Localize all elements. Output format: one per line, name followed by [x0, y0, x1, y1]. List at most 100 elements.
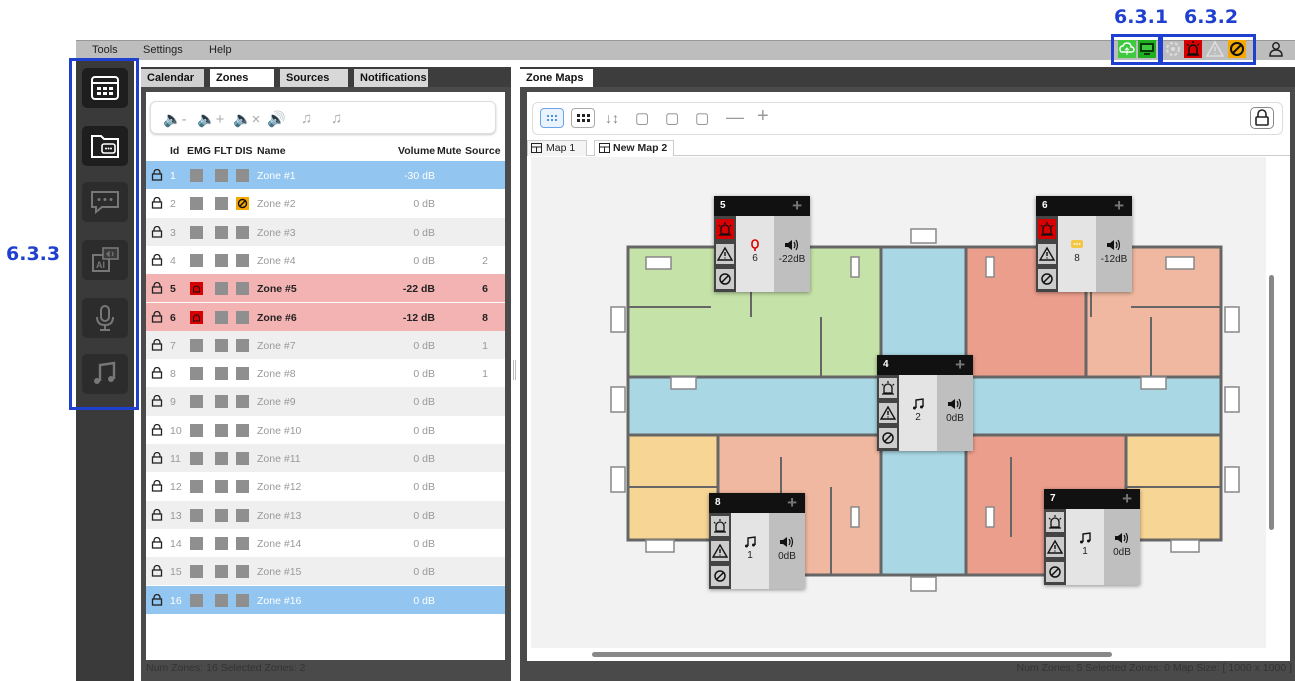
grid-large-button[interactable] — [571, 108, 595, 128]
lock-icon[interactable] — [151, 593, 163, 606]
unmute-icon[interactable]: 🔊 — [267, 110, 286, 128]
zone-card[interactable]: 6 +8 -12dB — [1036, 196, 1132, 292]
play-source-icon[interactable]: ♫ — [301, 110, 312, 127]
col-flt[interactable]: FLT — [214, 145, 232, 157]
user-icon[interactable] — [1268, 41, 1284, 57]
cloud-connected-icon[interactable] — [1118, 40, 1136, 58]
alarm-icon[interactable] — [1038, 219, 1056, 239]
stop-source-icon[interactable]: ♫ — [331, 110, 342, 127]
table-row[interactable]: 3 Zone #3 0 dB — [146, 217, 505, 246]
zoom-out-icon[interactable]: — — [726, 107, 744, 128]
col-source[interactable]: Source — [465, 145, 501, 157]
lock-icon[interactable] — [151, 423, 163, 436]
tab-zone-maps[interactable]: Zone Maps — [520, 69, 593, 87]
tab-calendar[interactable]: Calendar — [141, 69, 204, 87]
fault-icon[interactable] — [711, 541, 729, 561]
table-row[interactable]: 14 Zone #14 0 dB — [146, 528, 505, 558]
lock-icon[interactable] — [151, 508, 163, 521]
disable-icon[interactable] — [716, 269, 734, 289]
menu-help[interactable]: Help — [209, 44, 232, 56]
zone-card[interactable]: 8 +1 0dB — [709, 493, 805, 589]
table-row[interactable]: 15 Zone #15 0 dB — [146, 557, 505, 586]
sort-az-icon[interactable]: ↓↕ — [605, 110, 619, 126]
lock-icon[interactable] — [151, 367, 163, 379]
tab-sources[interactable]: Sources — [280, 69, 348, 87]
lock-icon[interactable] — [151, 395, 163, 408]
edit-zone-icon[interactable]: ▢ — [665, 109, 679, 127]
lock-icon[interactable] — [151, 225, 163, 238]
fault-icon[interactable] — [716, 244, 734, 264]
col-id[interactable]: Id — [170, 145, 179, 157]
map-vertical-scrollbar[interactable] — [1268, 160, 1276, 650]
table-row[interactable]: 16 Zone #16 0 dB — [146, 585, 505, 614]
table-row[interactable]: 8 Zone #8 0 dB 1 — [146, 359, 505, 388]
hscroll-thumb[interactable] — [592, 652, 1112, 657]
expand-icon[interactable]: + — [792, 196, 802, 216]
disabled-icon[interactable] — [1228, 40, 1246, 58]
alarm-icon[interactable] — [711, 516, 729, 536]
fault-icon[interactable] — [1038, 244, 1056, 264]
volume-down-icon[interactable]: 🔈- — [163, 110, 187, 128]
lock-map-button[interactable] — [1250, 107, 1274, 129]
menu-settings[interactable]: Settings — [143, 44, 183, 56]
grid-small-button[interactable] — [540, 108, 564, 128]
lock-icon[interactable] — [151, 338, 163, 351]
lock-icon[interactable] — [151, 169, 163, 181]
mute-icon[interactable]: 🔈× — [233, 110, 260, 128]
fault-warning-icon[interactable] — [1205, 40, 1225, 58]
table-row[interactable]: 12 Zone #12 0 dB — [146, 472, 505, 501]
tab-notifications[interactable]: Notifications — [354, 69, 428, 87]
lock-icon[interactable] — [151, 253, 163, 266]
lock-icon[interactable] — [151, 452, 163, 464]
map-horizontal-scrollbar[interactable] — [532, 650, 1267, 658]
lock-icon[interactable] — [151, 480, 163, 492]
fault-icon[interactable] — [879, 403, 897, 423]
col-mute[interactable]: Mute — [437, 145, 462, 157]
col-name[interactable]: Name — [257, 145, 286, 157]
table-row[interactable]: 4 Zone #4 0 dB 2 — [146, 245, 505, 275]
zone-card[interactable]: 5 +6 -22dB — [714, 196, 810, 292]
zone-card[interactable]: 7 +1 0dB — [1044, 489, 1140, 585]
table-row[interactable]: 2 Zone #2 0 dB — [146, 189, 505, 218]
settings-warning-icon[interactable] — [1164, 40, 1182, 58]
lock-icon[interactable] — [151, 197, 163, 209]
table-row[interactable]: 9 Zone #9 0 dB — [146, 387, 505, 416]
menu-tools[interactable]: Tools — [92, 44, 118, 56]
lock-icon[interactable] — [151, 282, 163, 294]
lock-icon[interactable] — [151, 536, 163, 549]
table-row[interactable]: 11 Zone #11 0 dB — [146, 444, 505, 473]
alarm-icon[interactable] — [1046, 512, 1064, 532]
expand-icon[interactable]: + — [1122, 489, 1132, 509]
table-row[interactable]: 1 Zone #1 -30 dB — [146, 161, 505, 190]
zone-card[interactable]: 4 +2 0dB — [877, 355, 973, 451]
disable-icon[interactable] — [1038, 269, 1056, 289]
panel-splitter[interactable] — [513, 360, 516, 380]
disable-icon[interactable] — [1046, 562, 1064, 582]
device-connected-icon[interactable] — [1138, 40, 1156, 58]
remove-zone-icon[interactable]: ▢ — [695, 109, 709, 127]
disable-icon[interactable] — [711, 566, 729, 586]
alarm-icon[interactable] — [716, 219, 734, 239]
add-zone-icon[interactable]: ▢ — [635, 109, 649, 127]
lock-icon[interactable] — [151, 565, 163, 577]
table-row[interactable]: 7 Zone #7 0 dB 1 — [146, 330, 505, 360]
col-dis[interactable]: DIS — [235, 145, 253, 157]
table-row[interactable]: 5 Zone #5 -22 dB 6 — [146, 274, 505, 303]
fault-icon[interactable] — [1046, 537, 1064, 557]
col-emg[interactable]: EMG — [187, 145, 211, 157]
alarm-icon[interactable] — [879, 378, 897, 398]
expand-icon[interactable]: + — [1114, 196, 1124, 216]
tab-zones[interactable]: Zones — [210, 69, 274, 87]
expand-icon[interactable]: + — [787, 493, 797, 513]
col-volume[interactable]: Volume — [398, 145, 435, 157]
table-row[interactable]: 10 Zone #10 0 dB — [146, 415, 505, 444]
zoom-in-icon[interactable]: + — [757, 105, 769, 128]
table-row[interactable]: 13 Zone #13 0 dB — [146, 500, 505, 529]
table-row[interactable]: 6 Zone #6 -12 dB 8 — [146, 302, 505, 331]
vscroll-thumb[interactable] — [1269, 275, 1274, 530]
expand-icon[interactable]: + — [955, 355, 965, 375]
emergency-alarm-icon[interactable] — [1184, 40, 1202, 58]
lock-icon[interactable] — [151, 310, 163, 323]
disable-icon[interactable] — [879, 428, 897, 448]
volume-up-icon[interactable]: 🔈+ — [197, 110, 224, 128]
